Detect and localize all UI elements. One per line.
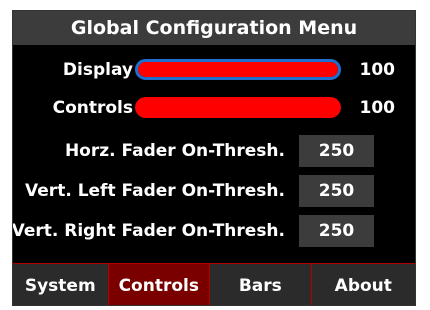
vert-right-fader-row: Vert. Right Fader On-Thresh. 250 <box>13 215 415 247</box>
vert-left-fader-value: 250 <box>318 181 355 201</box>
tab-about-label: About <box>334 275 392 296</box>
tab-bars[interactable]: Bars <box>210 264 312 305</box>
tab-about[interactable]: About <box>311 264 415 305</box>
horz-fader-row: Horz. Fader On-Thresh. 250 <box>13 135 415 167</box>
vert-left-fader-label: Vert. Left Fader On-Thresh. <box>25 181 285 201</box>
display-label: Display <box>62 60 133 80</box>
controls-slider-fill <box>135 97 341 118</box>
config-screen: Global Configuration Menu Display 100 Co… <box>12 10 416 306</box>
horz-fader-value-field[interactable]: 250 <box>299 135 374 167</box>
horz-fader-label: Horz. Fader On-Thresh. <box>64 141 285 161</box>
display-slider[interactable] <box>135 59 341 80</box>
controls-row: Controls 100 <box>13 92 415 124</box>
tab-controls[interactable]: Controls <box>108 264 211 305</box>
vert-right-fader-value: 250 <box>318 221 355 241</box>
tab-system[interactable]: System <box>13 264 109 305</box>
controls-label: Controls <box>52 98 133 118</box>
tab-system-label: System <box>24 275 96 296</box>
display-value: 100 <box>359 60 396 80</box>
vert-left-fader-row: Vert. Left Fader On-Thresh. 250 <box>13 175 415 207</box>
vert-right-fader-label: Vert. Right Fader On-Thresh. <box>12 221 285 241</box>
horz-fader-value: 250 <box>318 141 355 161</box>
tab-bars-label: Bars <box>238 275 282 296</box>
tab-controls-label: Controls <box>118 275 199 296</box>
display-slider-fill <box>138 62 338 77</box>
controls-slider[interactable] <box>135 97 341 118</box>
controls-value: 100 <box>359 98 396 118</box>
page-title: Global Configuration Menu <box>70 17 358 39</box>
display-row: Display 100 <box>13 54 415 86</box>
vert-right-fader-value-field[interactable]: 250 <box>299 215 374 247</box>
title-bar: Global Configuration Menu <box>13 11 415 45</box>
vert-left-fader-value-field[interactable]: 250 <box>299 175 374 207</box>
tab-bar: System Controls Bars About <box>13 263 415 305</box>
